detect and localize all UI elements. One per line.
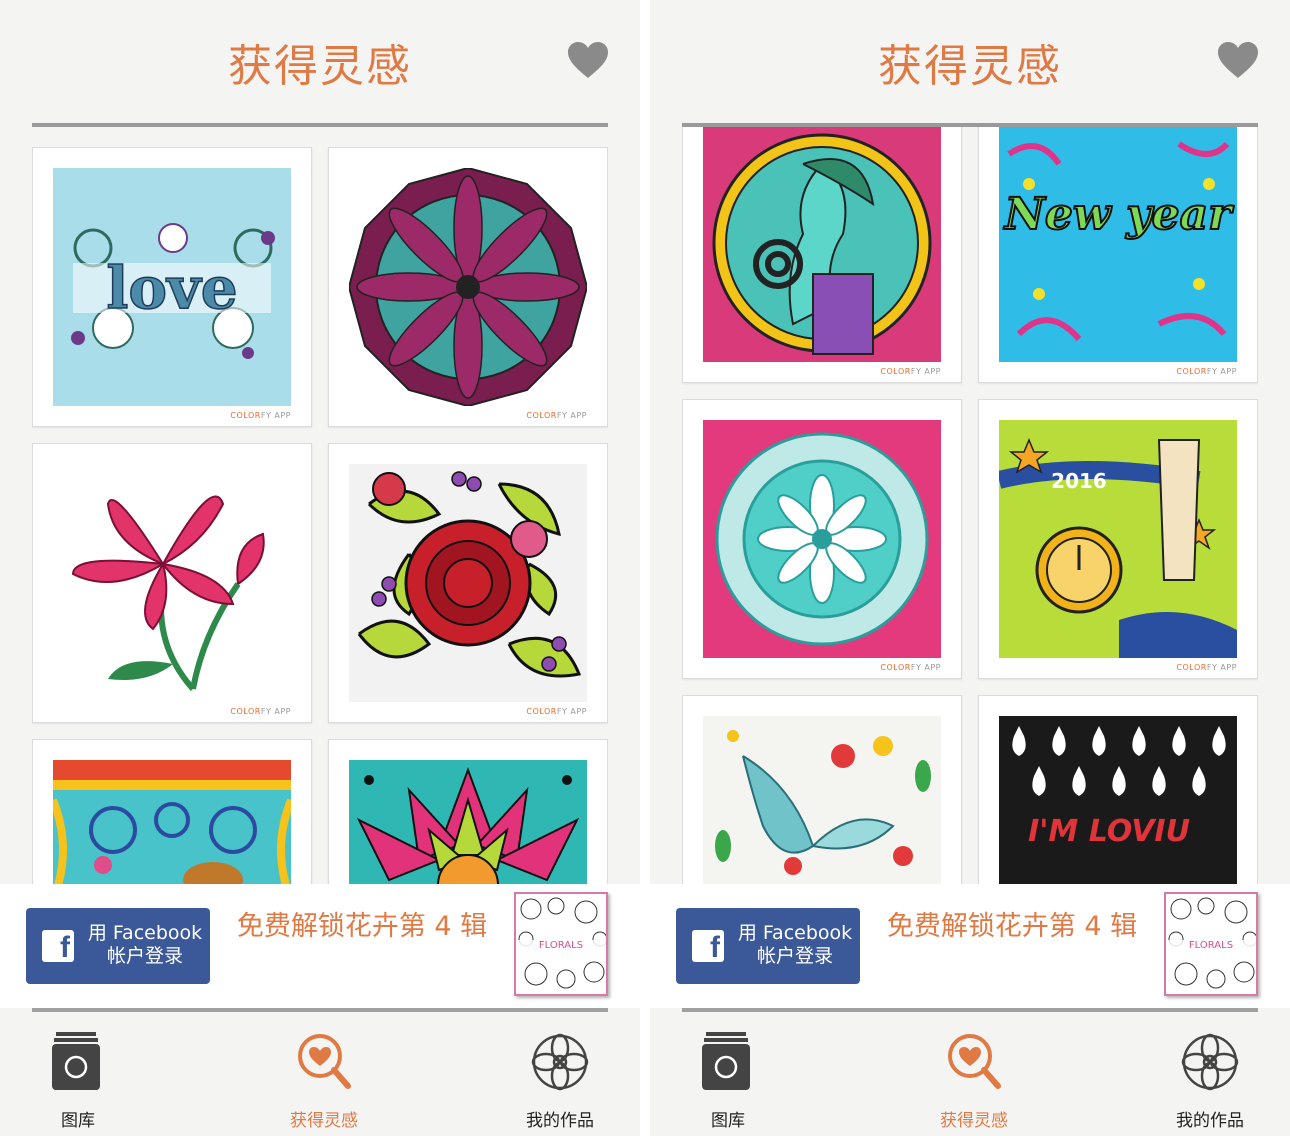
- florals-book-thumbnail[interactable]: FLORALS: [1164, 892, 1258, 996]
- brand-mark: COLORFY APP: [526, 707, 587, 716]
- promo-banner: f 用 Facebook 帐户登录 免费解锁花卉第 4 辑 FLORALS: [650, 884, 1290, 1008]
- brand-mark: COLORFY APP: [880, 367, 941, 376]
- artwork-card-turquoise-mandala[interactable]: COLORFY APP: [682, 399, 962, 679]
- tab-inspiration-label: 获得灵感: [290, 1111, 358, 1131]
- year-2016-text: 2016: [1051, 469, 1107, 493]
- tab-bar: 图库 获得灵感 我的作品: [650, 1012, 1290, 1136]
- tab-inspiration[interactable]: 获得灵感: [914, 1030, 1034, 1131]
- artwork-grid: love COLORFY APP COLORFY APP COLORFY APP…: [32, 127, 608, 884]
- brand-mark: COLORFY APP: [230, 707, 291, 716]
- tab-gallery[interactable]: 图库: [18, 1030, 138, 1131]
- artwork-card-deer[interactable]: [32, 739, 312, 884]
- brand-mark: COLORFY APP: [1176, 663, 1237, 672]
- page-title: 获得灵感: [228, 41, 412, 92]
- mandala-icon: [531, 1033, 589, 1091]
- promo-banner: f 用 Facebook 帐户登录 免费解锁花卉第 4 辑 FLORALS: [0, 884, 640, 1008]
- mandala-icon: [1181, 1033, 1239, 1091]
- tab-my-works[interactable]: 我的作品: [1150, 1030, 1270, 1131]
- artwork-card-lotus[interactable]: [328, 739, 608, 884]
- artwork-card-cats[interactable]: I'M LOVIU: [978, 695, 1258, 884]
- florals-label: FLORALS: [516, 940, 606, 951]
- artwork-card-2016[interactable]: 2016 COLORFY APP: [978, 399, 1258, 679]
- gallery-icon: [702, 1032, 750, 1090]
- artwork-image: love: [53, 168, 291, 406]
- artwork-card-crane[interactable]: [682, 695, 962, 884]
- tab-my-works-label: 我的作品: [1176, 1111, 1244, 1131]
- gallery-icon: [52, 1032, 100, 1090]
- artwork-image: [53, 760, 291, 884]
- heart-icon[interactable]: [566, 40, 610, 80]
- brand-mark: COLORFY APP: [526, 411, 587, 420]
- brand-mark: COLORFY APP: [1176, 367, 1237, 376]
- artwork-grid: COLORFY APP New year COLORFY APP COLORFY…: [682, 127, 1258, 884]
- artwork-image: 2016: [999, 420, 1237, 658]
- facebook-login-button[interactable]: f 用 Facebook 帐户登录: [26, 908, 210, 984]
- promo-text[interactable]: 免费解锁花卉第 4 辑: [882, 910, 1142, 944]
- artwork-image: [349, 168, 587, 406]
- florals-book-thumbnail[interactable]: FLORALS: [514, 892, 608, 996]
- tab-gallery-label: 图库: [711, 1111, 745, 1131]
- screens-container: 获得灵感 love COLORFY APP COLORFY APP COLORF…: [0, 0, 1290, 1136]
- tab-my-works[interactable]: 我的作品: [500, 1030, 620, 1131]
- artwork-image: [349, 464, 587, 702]
- florals-label: FLORALS: [1166, 940, 1256, 951]
- artwork-image: [53, 464, 291, 702]
- im-loviu-text: I'M LOVIU: [1028, 814, 1190, 849]
- new-year-text: New year: [1003, 189, 1234, 240]
- search-heart-icon: [298, 1034, 351, 1089]
- screen-left: 获得灵感 love COLORFY APP COLORFY APP COLORF…: [0, 0, 640, 1136]
- artwork-card-lily[interactable]: COLORFY APP: [32, 443, 312, 723]
- artwork-card-rose[interactable]: COLORFY APP: [328, 443, 608, 723]
- tab-inspiration[interactable]: 获得灵感: [264, 1030, 384, 1131]
- artwork-image: I'M LOVIU: [999, 716, 1237, 884]
- promo-text[interactable]: 免费解锁花卉第 4 辑: [232, 910, 492, 944]
- page-title: 获得灵感: [878, 41, 1062, 92]
- facebook-login-label: 用 Facebook 帐户登录: [87, 922, 203, 967]
- artwork-image: [703, 127, 941, 362]
- artwork-image: [703, 420, 941, 658]
- artwork-image: [703, 716, 941, 884]
- facebook-icon: f: [692, 930, 724, 962]
- facebook-icon: f: [42, 930, 74, 962]
- artwork-card-new-year[interactable]: New year COLORFY APP: [978, 127, 1258, 383]
- brand-mark: COLORFY APP: [880, 663, 941, 672]
- tab-my-works-label: 我的作品: [526, 1111, 594, 1131]
- artwork-image: [349, 760, 587, 884]
- facebook-login-label: 用 Facebook 帐户登录: [737, 922, 853, 967]
- brand-mark: COLORFY APP: [230, 411, 291, 420]
- search-heart-icon: [948, 1034, 1001, 1089]
- tab-gallery[interactable]: 图库: [668, 1030, 788, 1131]
- artwork-image: New year: [999, 127, 1237, 362]
- heart-icon[interactable]: [1216, 40, 1260, 80]
- tab-bar: 图库 获得灵感 我的作品: [0, 1012, 640, 1136]
- artwork-card-art-nouveau[interactable]: COLORFY APP: [682, 127, 962, 383]
- tab-inspiration-label: 获得灵感: [940, 1111, 1008, 1131]
- artwork-card-love[interactable]: love COLORFY APP: [32, 147, 312, 427]
- love-text: love: [106, 254, 237, 322]
- screen-right: 获得灵感 COLORFY APP New year COLORFY APP CO…: [650, 0, 1290, 1136]
- facebook-login-button[interactable]: f 用 Facebook 帐户登录: [676, 908, 860, 984]
- tab-gallery-label: 图库: [61, 1111, 95, 1131]
- artwork-card-mandala[interactable]: COLORFY APP: [328, 147, 608, 427]
